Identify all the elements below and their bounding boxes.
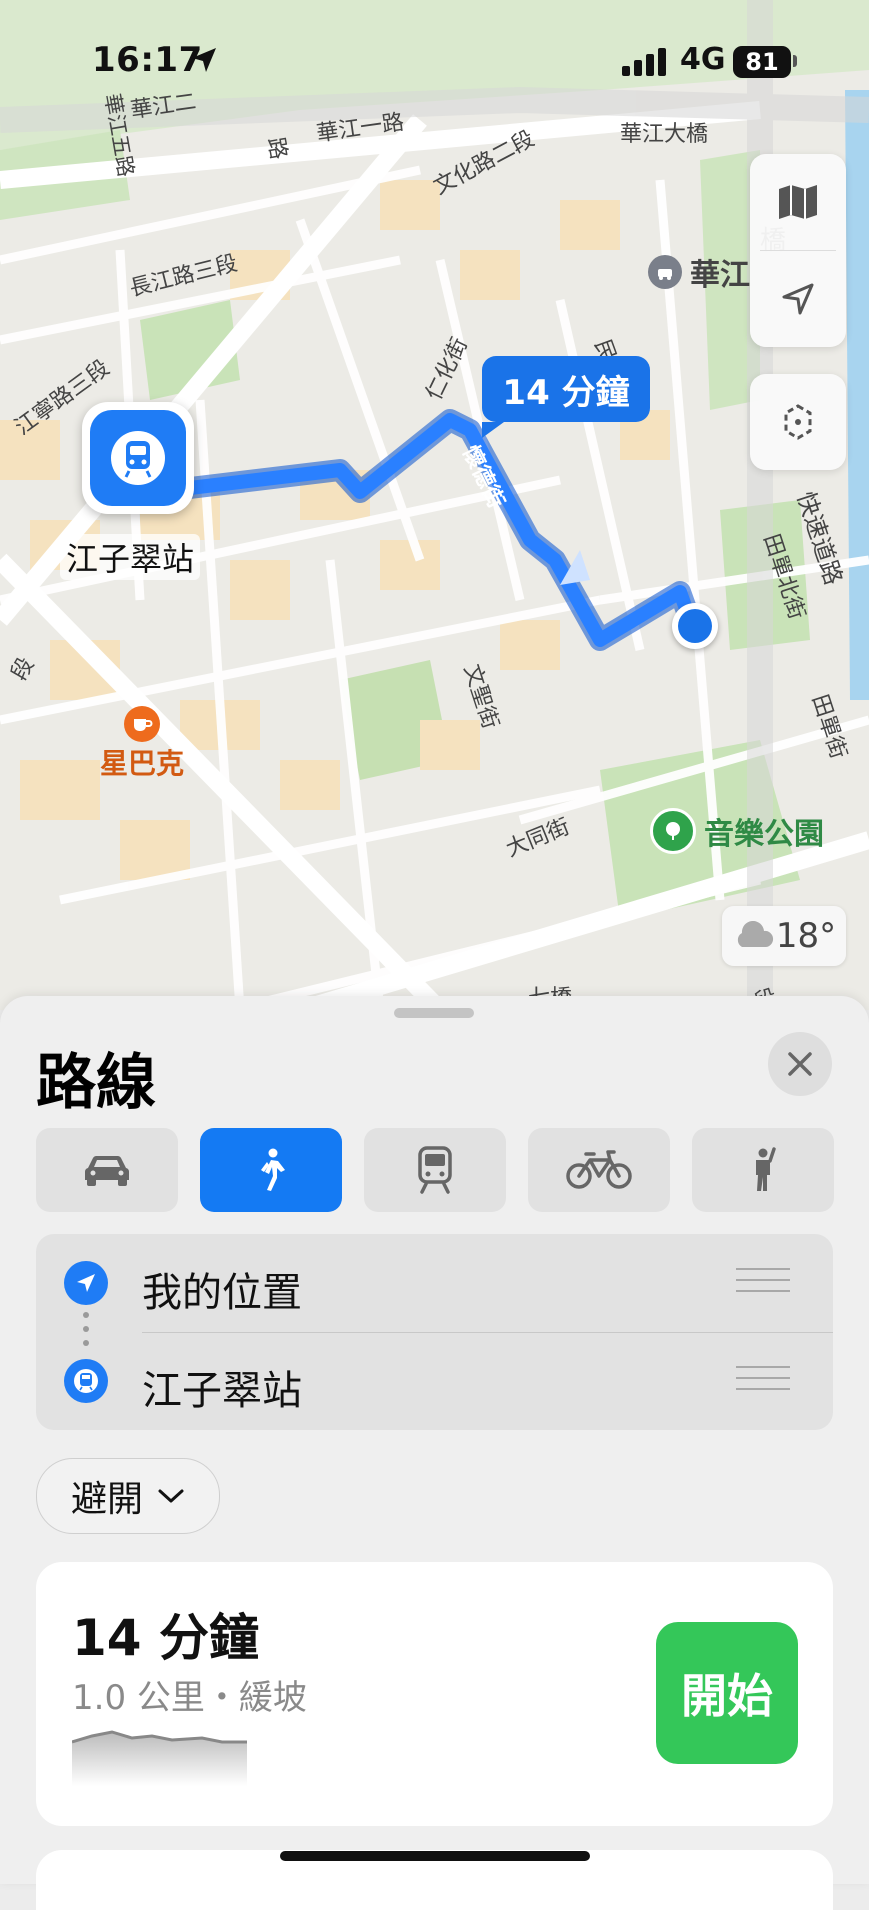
mode-driving-button[interactable] <box>36 1128 178 1212</box>
user-location-dot[interactable] <box>672 603 718 649</box>
map-view[interactable]: 華江五路 華江一路 華江大橋 文化路二段 長江路三段 江寧路三段 仁化街 民 文… <box>0 0 869 1010</box>
directions-sheet: 路線 我的位置 江子翠站 避開 14 分鐘 1.0 公里・緩坡 開始 <box>0 996 869 1910</box>
close-button[interactable] <box>768 1032 832 1096</box>
status-time: 16:17 <box>92 40 203 80</box>
train-icon <box>64 1359 108 1403</box>
avoid-label: 避開 <box>70 1479 143 1520</box>
mode-transit-button[interactable] <box>364 1128 506 1212</box>
mode-walking-button[interactable] <box>200 1128 342 1212</box>
poi-park-label: 音樂公園 <box>704 817 824 852</box>
chevron-down-icon <box>158 1489 184 1503</box>
map-controls <box>750 154 846 347</box>
route-distance-meta: 1.0 公里・緩坡 <box>72 1678 307 1718</box>
taxi-icon <box>648 255 682 289</box>
destination-label: 江子翠站 <box>60 534 201 580</box>
walk-icon <box>261 1148 285 1191</box>
sheet-grabber[interactable] <box>394 1008 474 1018</box>
waypoints-list: 我的位置 江子翠站 <box>36 1234 833 1430</box>
reorder-handle-icon[interactable] <box>736 1268 790 1301</box>
home-indicator[interactable] <box>280 1851 590 1861</box>
locate-button[interactable] <box>750 251 846 347</box>
poi-starbucks[interactable]: 星巴克 <box>96 706 188 782</box>
status-bar: 16:17 4G 81 <box>0 0 869 120</box>
waypoint-destination[interactable]: 江子翠站 <box>36 1332 833 1430</box>
mode-cycling-button[interactable] <box>528 1128 670 1212</box>
battery-icon: 81 <box>733 46 791 78</box>
sheet-title: 路線 <box>36 1048 156 1118</box>
look-around-control <box>750 374 846 470</box>
avoid-options-button[interactable]: 避開 <box>36 1458 220 1534</box>
route-duration: 14 分鐘 <box>72 1609 259 1667</box>
start-navigation-button[interactable]: 開始 <box>656 1622 798 1764</box>
reorder-handle-icon[interactable] <box>736 1366 790 1399</box>
rideshare-icon <box>756 1147 776 1191</box>
poi-starbucks-label: 星巴克 <box>99 747 184 780</box>
close-icon <box>788 1052 812 1076</box>
location-arrow-icon <box>64 1261 108 1305</box>
map-icon <box>779 185 817 219</box>
look-around-button[interactable] <box>750 374 846 470</box>
cloud-icon <box>737 921 773 947</box>
train-icon <box>90 410 186 506</box>
coffee-icon <box>124 706 160 742</box>
destination-pin[interactable] <box>82 402 194 514</box>
elevation-profile <box>72 1730 247 1786</box>
mode-rideshare-button[interactable] <box>692 1128 834 1212</box>
location-services-icon <box>192 48 216 72</box>
poi-top-right[interactable]: 華江 <box>648 250 750 294</box>
poi-top-right-label: 華江 <box>690 258 750 293</box>
tree-icon <box>650 808 696 854</box>
weather-temp: 18° <box>775 916 837 956</box>
street-label: 華江大橋 <box>620 122 709 147</box>
route-option-card[interactable]: 14 分鐘 1.0 公里・緩坡 開始 <box>36 1562 833 1826</box>
waypoint-destination-label: 江子翠站 <box>142 1368 302 1414</box>
bike-icon <box>566 1150 632 1189</box>
map-mode-button[interactable] <box>750 154 846 250</box>
transport-modes <box>36 1128 834 1212</box>
waypoint-origin[interactable]: 我的位置 <box>36 1234 833 1332</box>
binoculars-3d-icon <box>784 404 812 440</box>
cellular-signal-icon <box>622 48 666 76</box>
car-icon <box>84 1156 130 1186</box>
location-arrow-icon <box>782 283 814 315</box>
weather-badge[interactable]: 18° <box>722 906 846 966</box>
poi-park[interactable]: 音樂公園 <box>650 808 824 854</box>
eta-bubble[interactable]: 14 分鐘 <box>482 356 650 438</box>
transit-icon <box>418 1146 452 1194</box>
network-type: 4G <box>680 42 726 77</box>
waypoint-origin-label: 我的位置 <box>142 1270 302 1316</box>
